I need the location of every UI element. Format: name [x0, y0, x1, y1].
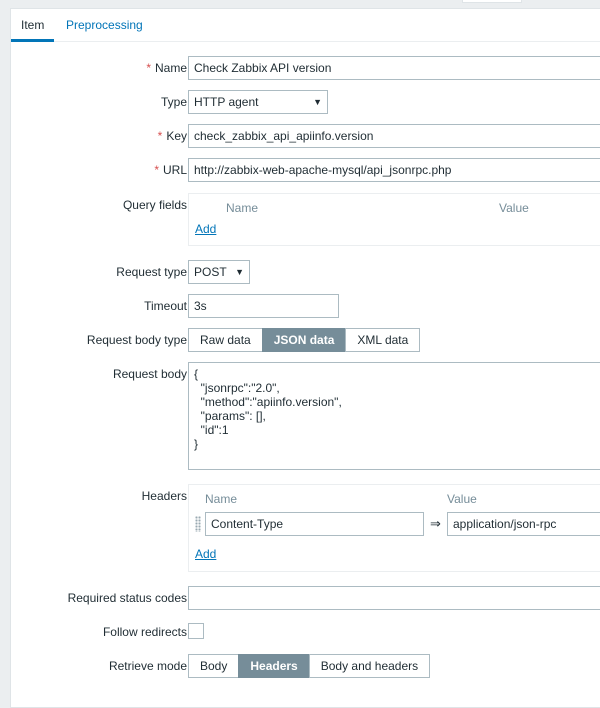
query-fields-table: Name Value Add [188, 193, 600, 246]
retrieve-mode-label: Retrieve mode [108, 659, 187, 673]
triangle-down-icon: ▼ [313, 97, 322, 107]
name-label: * Name [146, 61, 187, 75]
retrieve-mode-segmented: Body Headers Body and headers [188, 654, 431, 678]
header-value-input[interactable]: application/json-rpc [447, 512, 600, 536]
key-label: * Key [158, 129, 187, 143]
retrieve-mode-headers[interactable]: Headers [238, 654, 310, 678]
type-select-value: HTTP agent [194, 95, 259, 109]
headers-name-header: Name [205, 492, 238, 506]
query-fields-label: Query fields [122, 198, 187, 212]
type-label: Type [160, 95, 187, 109]
request-type-select[interactable]: POST ▼ [188, 260, 250, 284]
timeout-input[interactable]: 3s [188, 294, 339, 318]
url-input[interactable]: http://zabbix-web-apache-mysql/api_jsonr… [188, 158, 600, 182]
required-asterisk: * [157, 129, 163, 143]
follow-redirects-label: Follow redirects [102, 625, 187, 639]
tab-bar: Item Preprocessing [11, 9, 600, 42]
retrieve-mode-body-and-headers[interactable]: Body and headers [308, 654, 431, 678]
url-label-text: URL [162, 163, 187, 177]
request-type-label: Request type [116, 265, 187, 279]
key-input[interactable]: check_zabbix_api_apiinfo.version [188, 124, 600, 148]
request-body-type-label: Request body type [86, 333, 187, 347]
query-fields-add-link[interactable]: Add [195, 222, 216, 236]
headers-value-header: Value [447, 492, 477, 506]
required-status-codes-input[interactable] [188, 586, 600, 610]
drag-handle-icon[interactable] [195, 516, 201, 532]
headers-table: Name Value Content-Type ⇒ application/js… [188, 484, 600, 572]
top-toolbar-fragment [462, 0, 522, 3]
retrieve-mode-body[interactable]: Body [188, 654, 240, 678]
request-body-type-segmented: Raw data JSON data XML data [188, 328, 421, 352]
query-fields-name-header: Name [226, 201, 259, 215]
request-body-textarea[interactable]: { "jsonrpc":"2.0", "method":"apiinfo.ver… [188, 362, 600, 470]
triangle-down-icon: ▼ [235, 267, 244, 277]
body-type-raw-data[interactable]: Raw data [188, 328, 263, 352]
header-name-input[interactable]: Content-Type [205, 512, 424, 536]
tab-preprocessing[interactable]: Preprocessing [56, 9, 153, 42]
headers-label: Headers [141, 489, 187, 503]
name-input[interactable]: Check Zabbix API version [188, 56, 600, 80]
headers-add-link[interactable]: Add [195, 547, 216, 561]
item-form-panel: Item Preprocessing * Name Check Zabbix AP… [10, 8, 600, 708]
type-select[interactable]: HTTP agent ▼ [188, 90, 328, 114]
body-type-json-data[interactable]: JSON data [261, 328, 347, 352]
required-asterisk: * [154, 163, 159, 177]
follow-redirects-checkbox[interactable] [188, 623, 204, 639]
query-fields-value-header: Value [499, 201, 529, 215]
name-label-text: Name [154, 61, 187, 75]
request-type-value: POST [194, 265, 227, 279]
required-asterisk: * [146, 61, 151, 75]
double-arrow-right-icon: ⇒ [430, 516, 441, 531]
tab-item[interactable]: Item [11, 9, 55, 42]
timeout-label: Timeout [144, 299, 187, 313]
request-body-label: Request body [112, 367, 187, 381]
url-label: * URL [154, 163, 187, 177]
required-status-codes-label: Required status codes [67, 591, 187, 605]
body-type-xml-data[interactable]: XML data [345, 328, 421, 352]
key-label-text: Key [166, 129, 187, 143]
